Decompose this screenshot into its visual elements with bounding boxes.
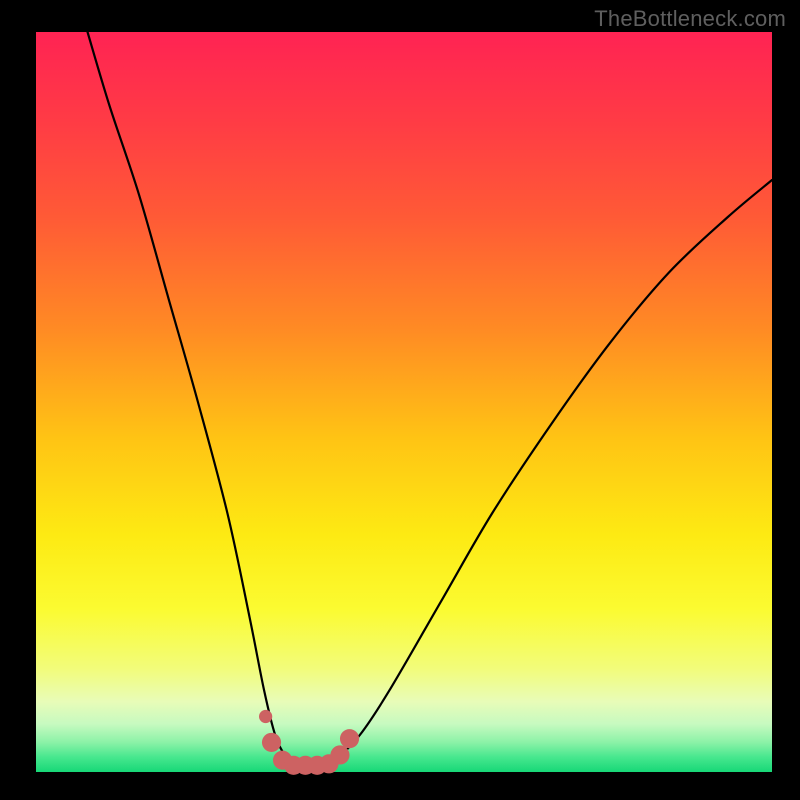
bottleneck-chart — [0, 0, 800, 800]
trough-marker-dot — [262, 733, 281, 752]
watermark-text: TheBottleneck.com — [594, 6, 786, 32]
trough-marker-dot — [259, 710, 272, 723]
trough-marker-dot — [330, 745, 349, 764]
plot-background — [36, 32, 772, 772]
chart-frame: TheBottleneck.com — [0, 0, 800, 800]
trough-marker-dot — [340, 729, 359, 748]
